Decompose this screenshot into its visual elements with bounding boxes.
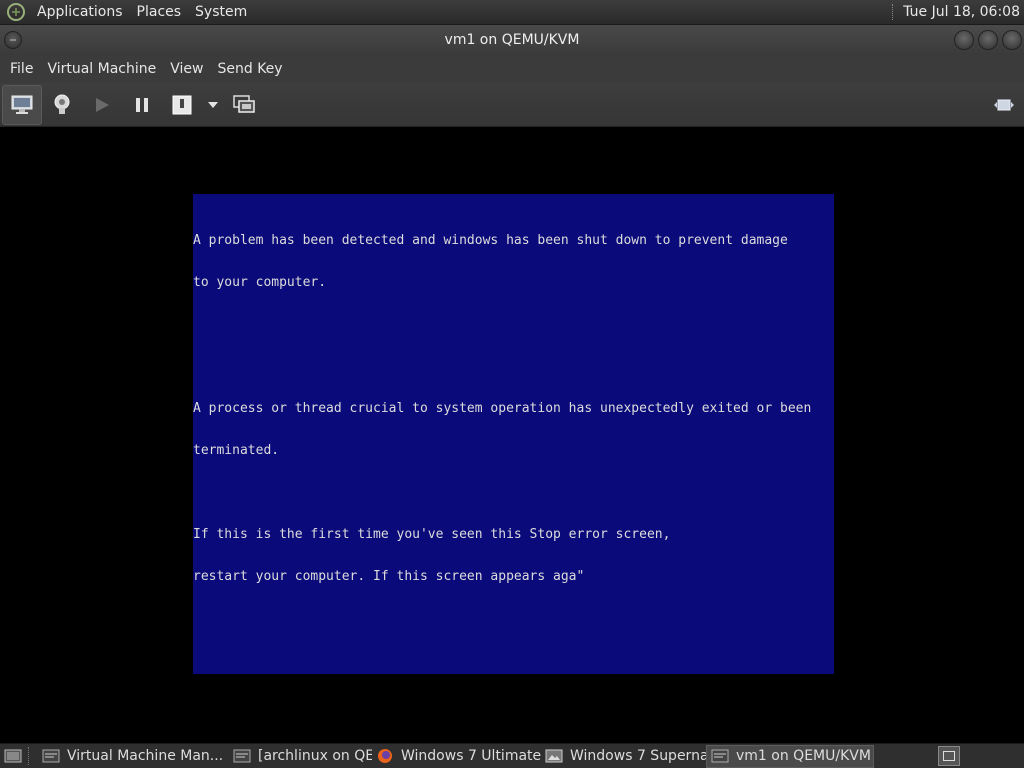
snapshot-icon <box>233 94 255 113</box>
system-menu[interactable]: System <box>188 0 254 25</box>
applications-menu[interactable]: Applications <box>30 0 130 25</box>
distro-logo-icon[interactable] <box>6 2 26 22</box>
task-label: Virtual Machine Man... <box>67 748 224 764</box>
console-button[interactable] <box>2 84 42 125</box>
vm-manager-icon <box>711 748 729 764</box>
vm-display[interactable]: A problem has been detected and windows … <box>3 129 1021 741</box>
fullscreen-icon <box>994 99 1014 110</box>
snapshot-button[interactable] <box>224 85 264 125</box>
task-label: [archlinux on QEMU... <box>258 748 372 764</box>
bsod-line <box>193 486 811 500</box>
toolbar <box>0 83 1024 127</box>
bsod-line: restart your computer. If this screen ap… <box>193 569 585 584</box>
firefox-icon <box>376 748 394 764</box>
menu-view[interactable]: View <box>163 61 210 77</box>
maximize-button[interactable] <box>978 30 998 50</box>
panel-separator <box>892 4 895 20</box>
console-icon <box>11 95 33 114</box>
image-viewer-icon <box>545 748 563 764</box>
vm-manager-icon <box>233 748 251 764</box>
bsod-line: A process or thread crucial to system op… <box>193 401 812 416</box>
bsod-line: terminated. <box>193 443 280 458</box>
window-titlebar[interactable]: vm1 on QEMU/KVM <box>0 25 1024 55</box>
minimize-button[interactable] <box>954 30 974 50</box>
pause-button[interactable] <box>122 85 162 125</box>
menubar: File Virtual Machine View Send Key <box>0 55 1024 83</box>
bsod-line: to your computer. <box>193 275 327 290</box>
bsod-line <box>193 318 811 332</box>
menu-send-key[interactable]: Send Key <box>210 61 289 77</box>
menu-file[interactable]: File <box>3 61 40 77</box>
taskbar-task-image-viewer[interactable]: Windows 7 Superna... <box>541 745 706 768</box>
bsod-line <box>193 360 811 374</box>
details-button[interactable] <box>42 85 82 125</box>
run-icon <box>96 97 109 112</box>
top-panel: Applications Places System Tue Jul 18, 0… <box>0 0 1024 25</box>
window-menu-button[interactable] <box>4 31 22 49</box>
window-title: vm1 on QEMU/KVM <box>444 32 580 48</box>
fullscreen-button[interactable] <box>984 85 1024 125</box>
taskbar-task-virtual-machine-manager[interactable]: Virtual Machine Man... <box>38 745 229 768</box>
chevron-down-icon <box>208 101 218 108</box>
bsod-text: A problem has been detected and windows … <box>193 206 819 612</box>
menu-virtual-machine[interactable]: Virtual Machine <box>40 61 163 77</box>
shutdown-icon <box>172 95 192 114</box>
taskbar-task-vm1[interactable]: vm1 on QEMU/KVM <box>706 744 874 768</box>
shutdown-menu-button[interactable] <box>202 85 224 125</box>
shutdown-button[interactable] <box>162 85 202 125</box>
workspace-switcher[interactable] <box>938 746 960 766</box>
vm-manager-icon <box>42 748 60 764</box>
task-label: Windows 7 Ultimate... <box>401 748 541 764</box>
run-button[interactable] <box>82 85 122 125</box>
show-desktop-button[interactable] <box>2 745 24 767</box>
pause-icon <box>136 97 148 112</box>
taskbar-handle[interactable] <box>28 747 34 765</box>
details-icon <box>54 94 70 114</box>
bsod-line: A problem has been detected and windows … <box>193 233 788 248</box>
task-label: vm1 on QEMU/KVM <box>736 748 871 764</box>
panel-clock[interactable]: Tue Jul 18, 06:08 <box>903 4 1024 20</box>
close-button[interactable] <box>1002 30 1022 50</box>
taskbar-task-firefox[interactable]: Windows 7 Ultimate... <box>372 745 541 768</box>
bsod-line: If this is the first time you've seen th… <box>193 527 671 542</box>
places-menu[interactable]: Places <box>130 0 189 25</box>
taskbar: Virtual Machine Man... [archlinux on QEM… <box>0 743 1024 768</box>
bsod-screen: A problem has been detected and windows … <box>193 194 834 674</box>
show-desktop-icon <box>4 749 22 763</box>
task-label: Windows 7 Superna... <box>570 748 706 764</box>
taskbar-task-archlinux[interactable]: [archlinux on QEMU... <box>229 745 372 768</box>
workspace-icon <box>943 751 955 761</box>
